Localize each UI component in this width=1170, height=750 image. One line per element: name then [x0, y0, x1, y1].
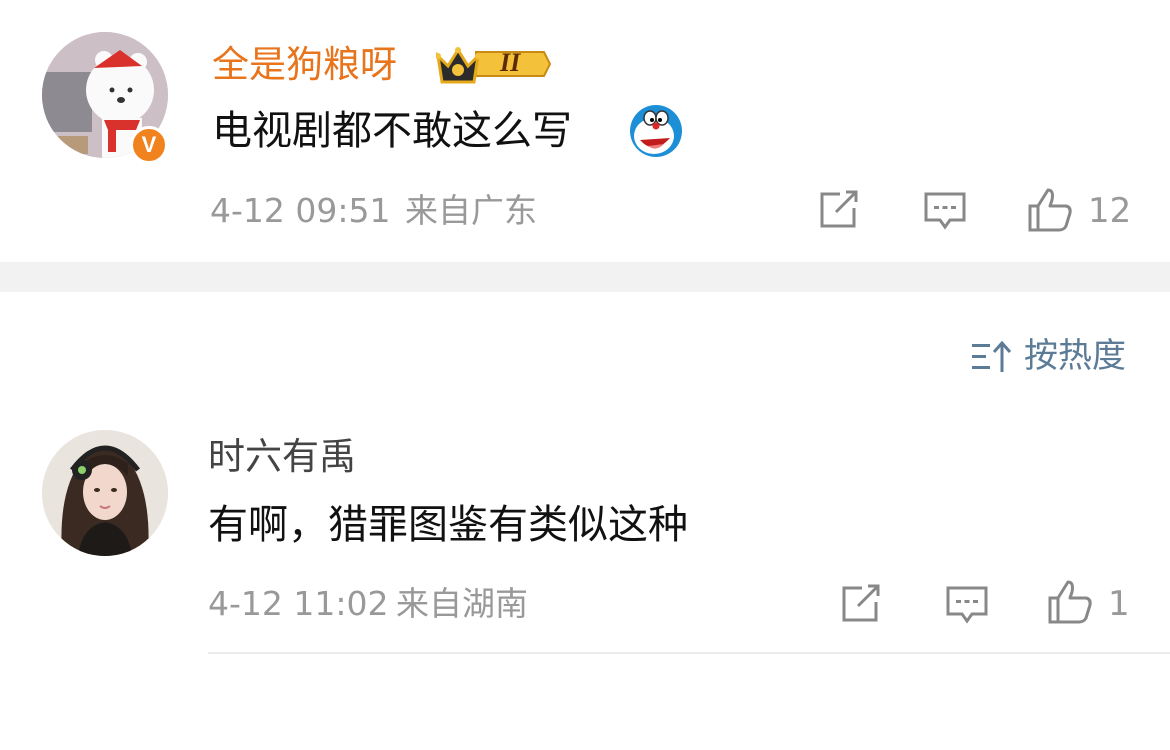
- sort-by-heat-button[interactable]: 按热度: [972, 333, 1126, 379]
- thumbs-up-icon[interactable]: [1046, 578, 1094, 626]
- comment-icon[interactable]: [944, 584, 990, 626]
- share-icon[interactable]: [840, 584, 884, 624]
- comment-time: 4-12 09:51: [210, 191, 391, 230]
- doraemon-emoji-icon: [626, 102, 684, 160]
- comment-text: 有啊，猎罪图鉴有类似这种: [208, 502, 688, 548]
- sort-label: 按热度: [1024, 336, 1126, 376]
- avatar-girl-photo: [42, 430, 168, 556]
- comment-2: 时六有禹 有啊，猎罪图鉴有类似这种 4-12 11:02 来自湖南 1: [0, 400, 1170, 660]
- username[interactable]: 全是狗粮呀: [212, 40, 397, 90]
- sort-icon: [972, 340, 1012, 372]
- badge-level-text: II: [500, 48, 521, 77]
- section-divider: [0, 262, 1170, 292]
- comment-text-content: 电视剧都不敢这么写: [212, 108, 572, 154]
- bottom-divider: [208, 652, 1170, 654]
- crown-level-badge[interactable]: II: [435, 42, 552, 86]
- comment-1: V 全是狗粮呀 II 电视剧都不敢这么写 4-12 09:51 来自广东 12: [0, 0, 1170, 262]
- comment-text: 电视剧都不敢这么写: [212, 104, 572, 158]
- verified-letter: V: [141, 132, 157, 157]
- comment-location: 来自广东: [405, 191, 537, 230]
- like-count: 12: [1088, 191, 1132, 231]
- comment-time: 4-12 11:02: [208, 584, 389, 623]
- crown-icon: [435, 47, 552, 84]
- like-count: 1: [1108, 584, 1130, 624]
- avatar[interactable]: [42, 430, 168, 556]
- username[interactable]: 时六有禹: [208, 432, 356, 482]
- comment-location: 来自湖南: [396, 584, 528, 623]
- share-icon[interactable]: [818, 190, 862, 230]
- comment-icon[interactable]: [922, 190, 968, 232]
- thumbs-up-icon[interactable]: [1026, 186, 1074, 234]
- verified-badge: V: [130, 126, 168, 164]
